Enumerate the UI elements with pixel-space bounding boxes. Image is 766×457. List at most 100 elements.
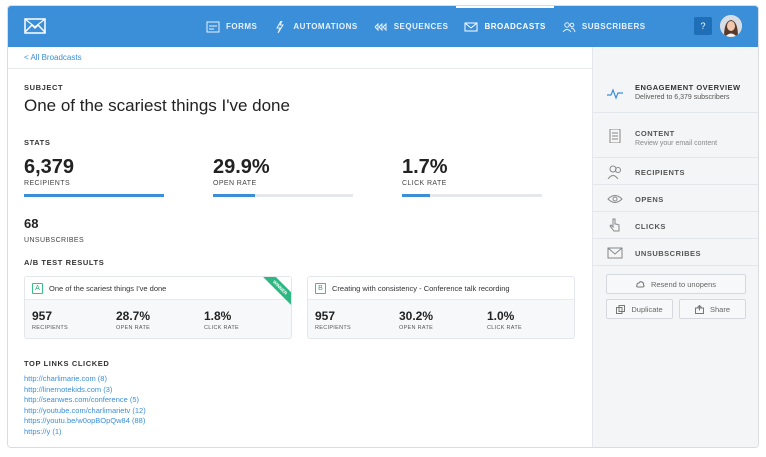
unsubscribes-value: 68 — [24, 216, 39, 231]
lightning-icon — [276, 20, 285, 33]
ab-b-recipients: 957 RECIPIENTS — [315, 309, 351, 331]
share-label: Share — [709, 304, 730, 314]
logo-envelope-icon[interactable] — [24, 16, 46, 36]
ab-variant-b-title: Creating with consistency - Conference t… — [332, 283, 510, 293]
sidebar-top — [592, 47, 758, 68]
main-content: SUBJECT One of the scariest things I've … — [24, 83, 584, 436]
top-links-section: TOP LINKS CLICKED http://charlimarie.com… — [24, 359, 146, 437]
activity-icon — [607, 88, 623, 100]
stats-label: STATS — [24, 138, 51, 147]
ab-variant-a-header: A One of the scariest things I've done — [25, 277, 291, 300]
ab-variant-a-title: One of the scariest things I've done — [49, 283, 167, 293]
sidebar-item-label: OPENS — [635, 195, 664, 204]
ab-test-label: A/B TEST RESULTS — [24, 258, 105, 267]
nav-automations-label: AUTOMATIONS — [293, 22, 358, 31]
ab-variant-b-header: B Creating with consistency - Conference… — [308, 277, 574, 300]
sidebar-item-recipients[interactable]: RECIPIENTS — [593, 158, 758, 185]
nav-sequences[interactable]: SEQUENCES — [366, 6, 457, 47]
cloud-icon — [636, 280, 645, 287]
envelope-icon — [464, 22, 478, 31]
ab-a-click-rate-caption: CLICK RATE — [204, 325, 239, 331]
sidebar-item-label: CLICKS — [635, 222, 666, 231]
duplicate-button[interactable]: Duplicate — [606, 299, 673, 319]
click-rate-caption: CLICK RATE — [402, 180, 447, 187]
link-item[interactable]: https://youtu.be/w0opBOpQw84 (88) — [24, 416, 146, 427]
sidebar-item-label: CONTENT — [635, 129, 675, 138]
click-rate-value: 1.7% — [402, 156, 448, 178]
sidebar-item-clicks[interactable]: CLICKS — [593, 212, 758, 239]
share-icon — [694, 304, 704, 314]
user-avatar-icon — [720, 15, 742, 37]
ab-a-open-rate-value: 28.7% — [116, 309, 151, 323]
ab-variant-b-card[interactable]: B Creating with consistency - Conference… — [307, 276, 575, 339]
open-rate-value: 29.9% — [213, 156, 270, 178]
share-button[interactable]: Share — [679, 299, 746, 319]
duplicate-icon — [616, 304, 626, 314]
link-item[interactable]: http://seanwes.com/conference (5) — [24, 395, 146, 406]
ab-b-click-rate: 1.0% CLICK RATE — [487, 309, 522, 331]
sidebar: ENGAGEMENT OVERVIEW Delivered to 6,379 s… — [592, 68, 758, 447]
link-item[interactable]: http://linernotekids.com (3) — [24, 385, 146, 396]
nav-automations[interactable]: AUTOMATIONS — [265, 6, 365, 47]
ab-b-open-rate-caption: OPEN RATE — [399, 325, 434, 331]
stat-unsubscribes: 68 UNSUBSCRIBES — [24, 213, 164, 244]
link-item[interactable]: https://y (1) — [24, 427, 146, 438]
broadcast-subject: One of the scariest things I've done — [24, 96, 290, 115]
ab-variant-b-letter: B — [315, 282, 326, 294]
header-divider — [8, 68, 592, 69]
sidebar-item-label: UNSUBSCRIBES — [635, 249, 702, 258]
ab-a-recipients-value: 957 — [32, 309, 53, 323]
help-button[interactable]: ? — [694, 17, 712, 35]
document-icon — [609, 129, 621, 143]
sidebar-item-opens[interactable]: OPENS — [593, 185, 758, 212]
subject-label: SUBJECT — [24, 83, 64, 92]
ab-a-click-rate: 1.8% CLICK RATE — [204, 309, 239, 331]
ab-variant-a-card[interactable]: A One of the scariest things I've done W… — [24, 276, 292, 339]
sidebar-item-sublabel: Review your email content — [635, 140, 718, 147]
recipients-caption: RECIPIENTS — [24, 180, 71, 187]
top-links-list: http://charlimarie.com (8) http://linern… — [24, 374, 146, 437]
nav-broadcasts-label: BROADCASTS — [484, 22, 546, 31]
avatar[interactable] — [720, 15, 742, 37]
nav-forms[interactable]: FORMS — [198, 6, 265, 47]
stat-open-rate: 29.9% OPEN RATE — [213, 156, 353, 197]
nav-sequences-label: SEQUENCES — [393, 22, 449, 31]
sequences-icon — [374, 22, 387, 31]
breadcrumb[interactable]: < All Broadcasts — [24, 53, 82, 62]
recipients-bar — [24, 194, 164, 197]
nav-forms-label: FORMS — [226, 22, 258, 31]
sidebar-item-engagement-overview[interactable]: ENGAGEMENT OVERVIEW Delivered to 6,379 s… — [593, 68, 758, 113]
sidebar-item-label: ENGAGEMENT OVERVIEW — [635, 83, 741, 92]
app-window: FORMS AUTOMATIONS SEQUENCES BROADCASTS S… — [7, 5, 759, 448]
ab-b-open-rate-value: 30.2% — [399, 309, 434, 323]
ab-b-recipients-caption: RECIPIENTS — [315, 325, 352, 331]
eye-icon — [607, 195, 623, 203]
ab-b-open-rate: 30.2% OPEN RATE — [399, 309, 433, 331]
ab-a-open-rate: 28.7% OPEN RATE — [116, 309, 150, 331]
resend-to-unopens-button[interactable]: Resend to unopens — [606, 274, 746, 294]
nav-broadcasts[interactable]: BROADCASTS — [456, 6, 555, 47]
mail-icon — [607, 247, 623, 259]
ab-b-click-rate-value: 1.0% — [487, 309, 515, 323]
click-rate-bar-fill — [402, 194, 430, 197]
nav-subscribers[interactable]: SUBSCRIBERS — [554, 6, 654, 47]
sidebar-item-sublabel: Delivered to 6,379 subscribers — [635, 94, 730, 101]
top-navigation-bar: FORMS AUTOMATIONS SEQUENCES BROADCASTS S… — [8, 6, 758, 47]
ab-a-recipients-caption: RECIPIENTS — [32, 325, 69, 331]
sidebar-item-unsubscribes[interactable]: UNSUBSCRIBES — [593, 239, 758, 266]
open-rate-bar — [213, 194, 353, 197]
link-item[interactable]: http://youtube.com/charlimarietv (12) — [24, 406, 146, 417]
unsubscribes-caption: UNSUBSCRIBES — [24, 237, 85, 244]
main-nav: FORMS AUTOMATIONS SEQUENCES BROADCASTS S… — [198, 6, 654, 47]
top-links-label: TOP LINKS CLICKED — [24, 359, 110, 368]
subscribers-icon — [562, 21, 576, 32]
nav-subscribers-label: SUBSCRIBERS — [581, 22, 646, 31]
sidebar-item-label: RECIPIENTS — [635, 168, 686, 177]
ab-b-click-rate-caption: CLICK RATE — [487, 325, 522, 331]
recipients-value: 6,379 — [24, 156, 75, 178]
sidebar-item-content[interactable]: CONTENT Review your email content — [593, 113, 758, 158]
ab-a-click-rate-value: 1.8% — [204, 309, 232, 323]
stats-section: STATS 6,379 RECIPIENTS 29.9% OPEN RATE 1… — [24, 138, 584, 244]
stat-click-rate: 1.7% CLICK RATE — [402, 156, 542, 197]
link-item[interactable]: http://charlimarie.com (8) — [24, 374, 146, 385]
